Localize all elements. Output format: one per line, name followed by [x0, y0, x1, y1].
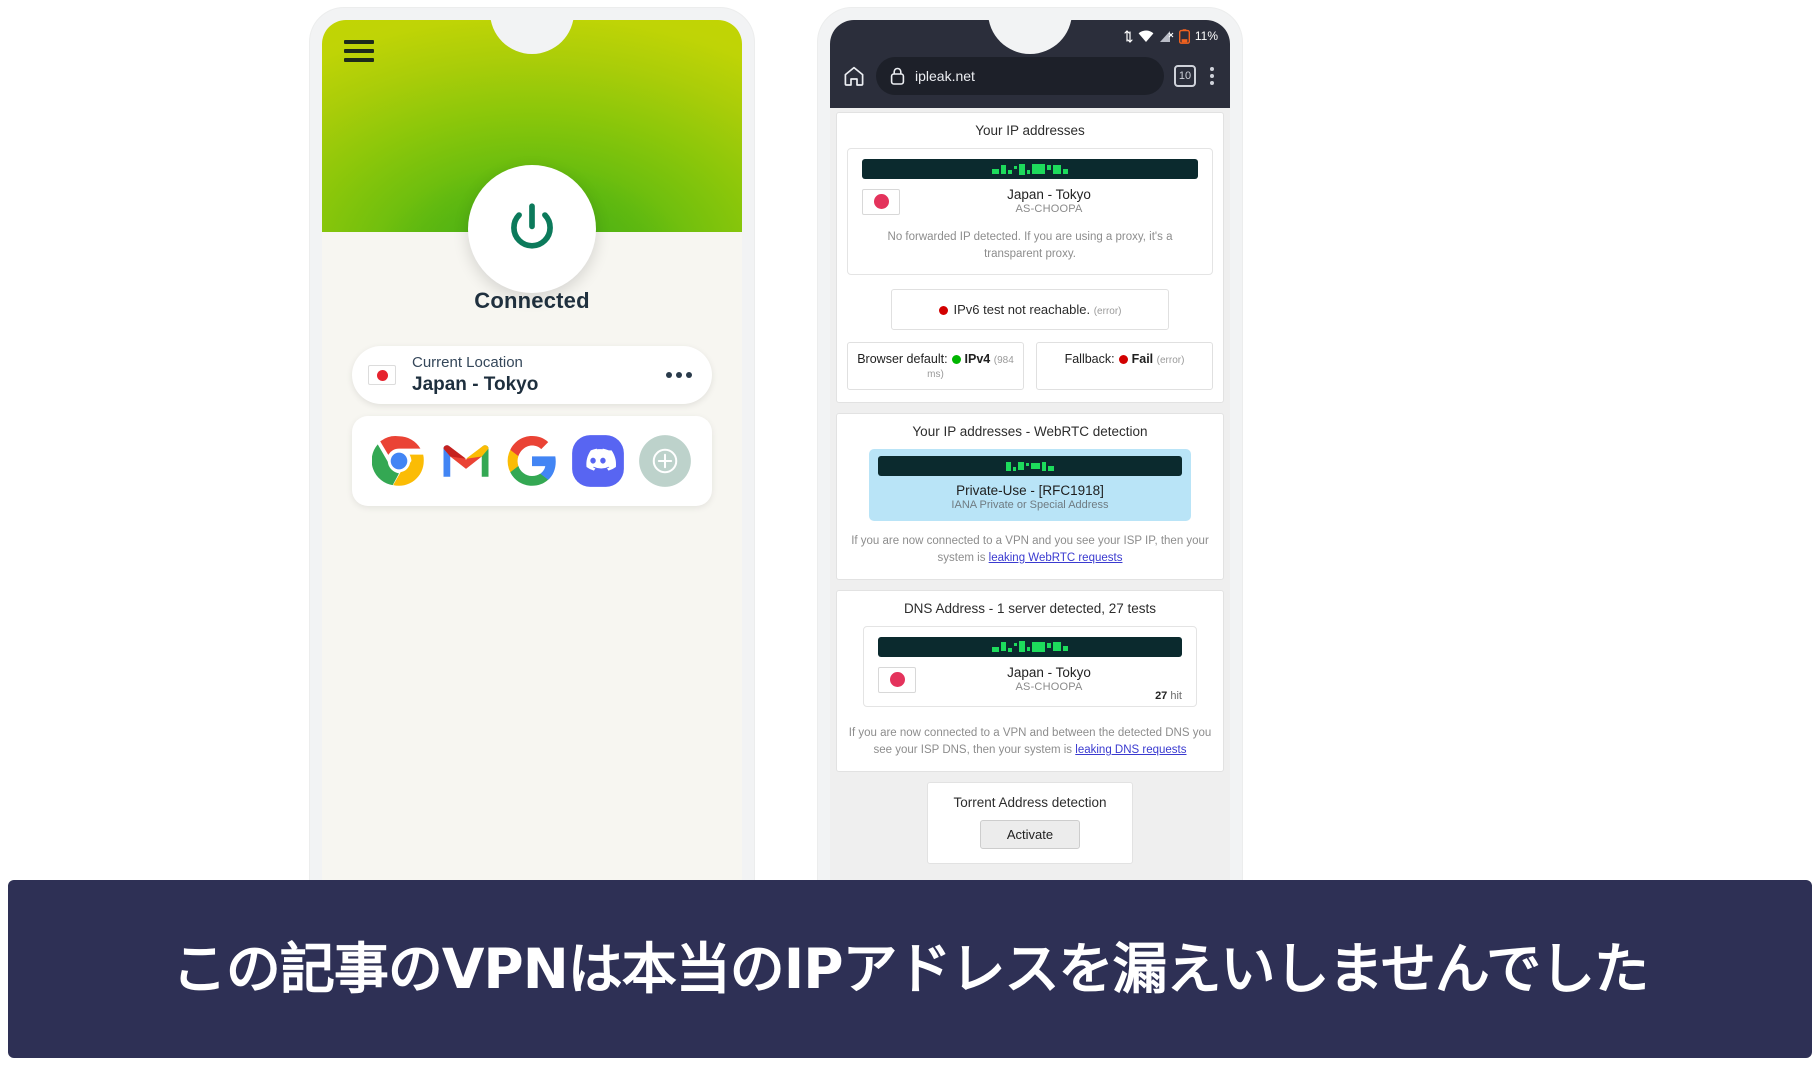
discord-app-icon[interactable] — [571, 434, 625, 488]
fallback-cell: Fallback: Fail (error) — [1036, 342, 1213, 391]
ellipsis-icon[interactable] — [666, 372, 692, 378]
fallback-error-tag: (error) — [1156, 355, 1185, 367]
browser-default-value: IPv4 — [964, 352, 991, 367]
webrtc-leak-link[interactable]: leaking WebRTC requests — [989, 552, 1123, 564]
dns-country: Japan - Tokyo — [1007, 664, 1091, 680]
power-toggle-button[interactable] — [468, 165, 596, 293]
pixelated-ip — [992, 163, 1068, 176]
dns-panel-title: DNS Address - 1 server detected, 27 test… — [903, 600, 1157, 616]
ipv6-status-box: IPv6 test not reachable. (error) — [890, 289, 1170, 331]
cell-signal-off-icon — [1159, 30, 1174, 42]
dns-leak-link[interactable]: leaking DNS requests — [1075, 744, 1186, 756]
fallback-label: Fallback: — [1064, 352, 1115, 367]
add-app-icon[interactable] — [638, 434, 692, 488]
wifi-icon — [1138, 30, 1154, 42]
ip-protocol-row: Browser default: IPv4 (984 ms) Fallback: F… — [847, 342, 1213, 391]
ip-country: Japan - Tokyo — [1007, 187, 1091, 202]
forwarded-ip-note: No forwarded IP detected. If you are usi… — [887, 230, 1173, 260]
webrtc-panel: Your IP addresses - WebRTC detection Pri… — [836, 413, 1224, 580]
jp-flag-icon — [368, 365, 396, 385]
ipv6-status-dot — [938, 306, 948, 316]
webrtc-result-box: Private-Use - [RFC1918] IANA Private or … — [869, 449, 1191, 522]
jp-flag-icon — [878, 666, 916, 693]
dns-hit-count: 27 hit — [1155, 690, 1182, 702]
dns-result-box: Japan - Tokyo AS-CHOOPA 27 hit — [863, 625, 1197, 708]
ipleak-page[interactable]: Your IP addresses Japan - Tokyo AS-CHOOP… — [830, 108, 1230, 901]
ipv6-error-tag: (error) — [1093, 306, 1122, 318]
torrent-panel: Torrent Address detection Activate — [927, 781, 1133, 864]
jp-flag-icon — [862, 188, 900, 215]
phone-browser: 11% ipleak.net 10 Your IP addresses Japa… — [818, 8, 1242, 913]
phone-vpn-app: Connected Current Location Japan - Tokyo — [310, 8, 754, 913]
caption-banner: この記事のVPNは本当のIPアドレスを漏えいしませんでした — [8, 880, 1812, 1058]
chrome-app-icon[interactable] — [372, 434, 426, 488]
google-app-icon[interactable] — [505, 434, 559, 488]
dns-hit-number: 27 — [1155, 690, 1168, 703]
ip-geo-texts: Japan - Tokyo AS-CHOOPA — [900, 187, 1198, 217]
webrtc-label: Private-Use - [RFC1918] — [956, 483, 1104, 499]
fallback-value: Fail — [1131, 352, 1154, 367]
address-bar-url: ipleak.net — [915, 68, 975, 84]
dns-hit-label: hit — [1170, 690, 1182, 703]
lock-icon — [890, 67, 905, 85]
caption-text: この記事のVPNは本当のIPアドレスを漏えいしませんでした — [171, 936, 1649, 1001]
ip-panel-title: Your IP addresses — [975, 123, 1085, 138]
hamburger-menu-icon[interactable] — [344, 40, 374, 62]
dns-ip-masked — [878, 636, 1182, 657]
ip-address-masked — [862, 159, 1198, 179]
quick-apps-card — [352, 416, 712, 506]
pixelated-ip — [1006, 460, 1054, 473]
ip-asn: AS-CHOOPA — [1015, 203, 1083, 216]
battery-percent: 11% — [1194, 29, 1218, 43]
ip-result-box: Japan - Tokyo AS-CHOOPA No forwarded IP … — [847, 148, 1213, 276]
data-transfer-icon — [1124, 29, 1133, 43]
webrtc-sublabel: IANA Private or Special Address — [951, 499, 1109, 512]
ipv6-status-text: IPv6 test not reachable. — [953, 302, 1091, 318]
power-button-wrap — [468, 165, 596, 293]
browser-toolbar: ipleak.net 10 — [830, 52, 1230, 108]
location-texts: Current Location Japan - Tokyo — [412, 353, 666, 395]
browser-default-cell: Browser default: IPv4 (984 ms) — [847, 342, 1024, 391]
dns-note: If you are now connected to a VPN and be… — [847, 725, 1213, 758]
dns-asn: AS-CHOOPA — [1015, 681, 1083, 694]
dns-geo-row: Japan - Tokyo AS-CHOOPA 27 hit — [878, 665, 1182, 702]
gmail-app-icon[interactable] — [439, 434, 493, 488]
current-location-value: Japan - Tokyo — [412, 373, 539, 395]
torrent-activate-button[interactable]: Activate — [979, 819, 1081, 849]
current-location-card[interactable]: Current Location Japan - Tokyo — [352, 346, 712, 404]
battery-low-icon — [1178, 28, 1190, 44]
current-location-label: Current Location — [412, 353, 523, 371]
browser-default-label: Browser default: — [857, 352, 948, 367]
fallback-dot — [1118, 355, 1128, 365]
torrent-panel-title: Torrent Address detection — [953, 794, 1107, 810]
address-bar[interactable]: ipleak.net — [876, 57, 1164, 95]
vpn-app-screen: Connected Current Location Japan - Tokyo — [322, 20, 742, 901]
kebab-menu-icon[interactable] — [1206, 63, 1218, 89]
webrtc-ip-masked — [878, 456, 1182, 477]
browser-default-dot — [951, 355, 961, 365]
power-icon — [511, 203, 553, 249]
pixelated-ip — [992, 640, 1068, 653]
screenshot-root: Connected Current Location Japan - Tokyo — [0, 0, 1820, 1066]
ip-addresses-panel: Your IP addresses Japan - Tokyo AS-CHOOP… — [836, 112, 1224, 404]
browser-screen: 11% ipleak.net 10 Your IP addresses Japa… — [830, 20, 1230, 901]
ip-geo-row: Japan - Tokyo AS-CHOOPA — [862, 187, 1198, 217]
webrtc-note: If you are now connected to a VPN and yo… — [847, 533, 1213, 566]
home-icon[interactable] — [842, 64, 866, 88]
dns-panel: DNS Address - 1 server detected, 27 test… — [836, 589, 1224, 772]
webrtc-panel-title: Your IP addresses - WebRTC detection — [912, 424, 1148, 440]
dns-geo-texts: Japan - Tokyo AS-CHOOPA — [916, 665, 1182, 695]
tab-count-button[interactable]: 10 — [1174, 65, 1196, 87]
